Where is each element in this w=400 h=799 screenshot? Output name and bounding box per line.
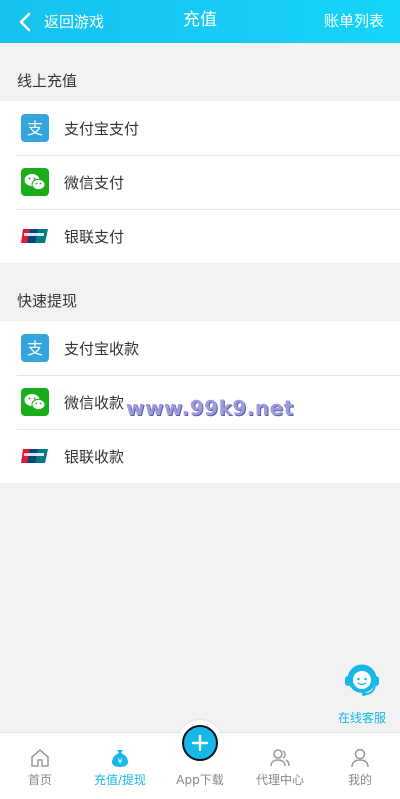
unionpay-icon [21, 222, 49, 250]
watermark-text: www.99k9.net [126, 396, 294, 420]
back-label: 返回游戏 [44, 13, 105, 31]
tab-label: 充值/提现 [93, 773, 147, 787]
list-item-alipay-pay[interactable]: 支 支付宝支付 [0, 101, 400, 155]
app-download-fab[interactable] [177, 720, 223, 766]
tab-label: App下载 [176, 773, 224, 787]
tab-label: 首页 [27, 773, 52, 787]
list-item-wechat-pay[interactable]: 微信支付 [0, 155, 400, 209]
online-service-button[interactable]: 在线客服 [336, 659, 388, 726]
tab-agent-center[interactable]: 代理中心 [240, 733, 320, 799]
item-label: 银联收款 [64, 447, 125, 466]
chevron-left-icon [19, 12, 31, 31]
svg-text:支: 支 [27, 119, 43, 138]
svg-text:¥: ¥ [117, 757, 122, 766]
home-icon [31, 749, 49, 767]
section-title-quick-withdraw: 快速提现 [17, 292, 78, 310]
tab-home[interactable]: 首页 [0, 733, 80, 799]
svg-text:支: 支 [27, 339, 43, 358]
wechat-icon [21, 388, 49, 416]
alipay-icon: 支 [21, 334, 49, 362]
online-recharge-list: 支 支付宝支付 微信支付 银联支付 [0, 101, 400, 263]
users-icon [270, 749, 290, 767]
user-icon [351, 748, 369, 768]
money-bag-icon: ¥ [112, 750, 128, 767]
back-button[interactable]: 返回游戏 [18, 0, 104, 43]
item-label: 支付宝收款 [64, 339, 140, 358]
list-item-union-receive[interactable]: 银联收款 [0, 429, 400, 483]
headset-icon [345, 664, 379, 696]
alipay-icon: 支 [21, 114, 49, 142]
bill-list-link[interactable]: 账单列表 [324, 0, 384, 43]
tab-label: 我的 [347, 773, 372, 787]
header-bar: 返回游戏 充值 账单列表 [0, 0, 400, 43]
section-title-online-recharge: 线上充值 [17, 72, 78, 90]
plus-icon [182, 725, 218, 761]
list-item-alipay-receive[interactable]: 支 支付宝收款 [0, 321, 400, 375]
recharge-page: 返回游戏 充值 账单列表 线上充值 支 支付宝支付 微信支付 银联支付 快速提现… [0, 0, 400, 799]
tab-recharge-withdraw[interactable]: ¥ 充值/提现 [80, 733, 160, 799]
item-label: 微信支付 [64, 173, 125, 192]
list-item-union-pay[interactable]: 银联支付 [0, 209, 400, 263]
item-label: 银联支付 [64, 227, 125, 246]
unionpay-icon [21, 442, 49, 470]
item-label: 微信收款 [64, 393, 125, 412]
wechat-icon [21, 168, 49, 196]
online-service-label: 在线客服 [337, 711, 386, 725]
tab-label: 代理中心 [255, 773, 304, 787]
tab-app-download[interactable]: App下载 [160, 720, 240, 799]
item-label: 支付宝支付 [64, 119, 140, 138]
bottom-tab-bar: 首页 ¥ 充值/提现 App下载 代理中心 我的 [0, 720, 400, 799]
tab-mine[interactable]: 我的 [320, 733, 400, 799]
